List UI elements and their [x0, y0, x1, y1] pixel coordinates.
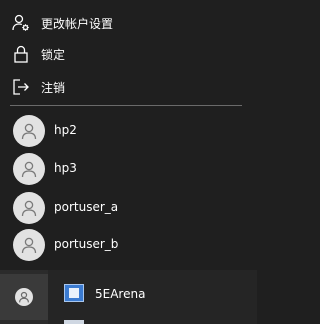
user-name: hp3: [54, 161, 77, 175]
app-window-icon: [64, 284, 84, 302]
user-item-portuser-a[interactable]: portuser_a: [0, 189, 257, 227]
change-account-settings-label: 更改帐户设置: [41, 16, 114, 31]
user-name: hp2: [54, 123, 77, 137]
user-avatar-icon: [13, 229, 45, 261]
lock-item[interactable]: 锁定: [0, 37, 257, 71]
app-list-item-5earena[interactable]: 5EArena: [48, 282, 257, 308]
user-avatar-icon: [13, 192, 45, 224]
account-settings-icon: [11, 13, 31, 33]
start-menu-rail: [0, 270, 48, 324]
user-name: portuser_a: [54, 200, 119, 214]
sign-out-icon: [11, 77, 31, 97]
start-menu-account-flyout: 更改帐户设置 锁定 注销 hp2 hp3 portuser_a portuser…: [0, 0, 257, 324]
user-item-portuser-b[interactable]: portuser_b: [0, 226, 257, 264]
app-window-icon: [64, 320, 84, 324]
start-menu-strip: 5EArena: [0, 270, 257, 324]
sign-out-item[interactable]: 注销: [0, 70, 257, 104]
change-account-settings-item[interactable]: 更改帐户设置: [0, 6, 257, 40]
lock-icon: [11, 44, 31, 64]
user-name: portuser_b: [54, 237, 119, 251]
user-avatar-icon: [13, 115, 45, 147]
user-item-hp2[interactable]: hp2: [0, 112, 257, 150]
account-button[interactable]: [0, 274, 48, 320]
app-label: 5EArena: [95, 287, 146, 301]
menu-divider: [10, 105, 242, 106]
account-menu: 更改帐户设置 锁定 注销 hp2 hp3 portuser_a portuser…: [0, 0, 257, 270]
user-avatar-icon: [15, 288, 33, 306]
lock-label: 锁定: [41, 47, 66, 62]
user-item-hp3[interactable]: hp3: [0, 150, 257, 188]
user-avatar-icon: [13, 153, 45, 185]
sign-out-label: 注销: [41, 80, 66, 95]
